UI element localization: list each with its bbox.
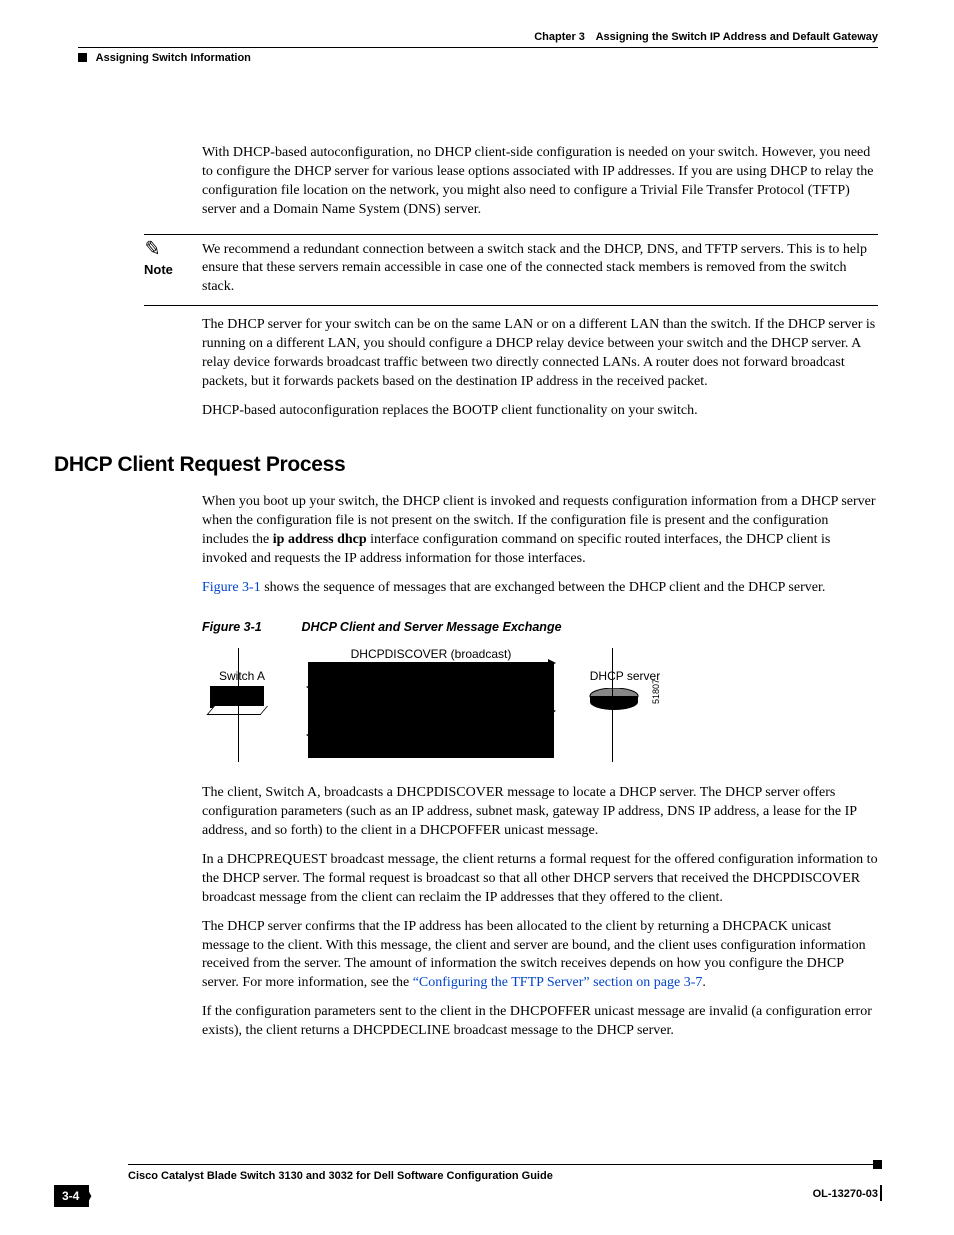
arrow-right-icon xyxy=(308,662,554,686)
main-content: With DHCP-based autoconfiguration, no DH… xyxy=(202,144,878,1041)
header-marker-icon xyxy=(78,53,87,62)
body-text: With DHCP-based autoconfiguration, no DH… xyxy=(202,144,878,220)
body-text: When you boot up your switch, the DHCP c… xyxy=(202,493,878,569)
figure-caption: Figure 3-1 DHCP Client and Server Messag… xyxy=(202,619,878,636)
book-title: Cisco Catalyst Blade Switch 3130 and 303… xyxy=(128,1169,553,1184)
pencil-icon: ✎ xyxy=(143,238,203,263)
section-title: Assigning Switch Information xyxy=(96,52,251,64)
note-text: We recommend a redundant connection betw… xyxy=(202,241,878,298)
page-footer: Cisco Catalyst Blade Switch 3130 and 303… xyxy=(54,1164,878,1205)
command-text: ip address dhcp xyxy=(273,532,367,547)
router-icon xyxy=(588,688,640,718)
arrow-left-icon xyxy=(308,734,554,758)
body-text: DHCP-based autoconfiguration replaces th… xyxy=(202,402,878,421)
section-heading: DHCP Client Request Process xyxy=(54,451,878,479)
page-number: 3-4 xyxy=(54,1185,89,1207)
figure-diagram: Switch A DHCP server DHCPDISCOVER (broad… xyxy=(202,644,662,762)
chapter-title: Assigning the Switch IP Address and Defa… xyxy=(596,31,878,43)
page-header: Chapter 3 Assigning the Switch IP Addres… xyxy=(78,30,878,78)
section-link[interactable]: “Configuring the TFTP Server” section on… xyxy=(413,975,703,990)
dhcp-message: DHCPDISCOVER (broadcast) xyxy=(351,647,512,661)
vertical-rule xyxy=(238,648,239,762)
chapter-label: Chapter 3 xyxy=(534,31,593,43)
figure-link[interactable]: Figure 3-1 xyxy=(202,580,261,595)
body-text: In a DHCPREQUEST broadcast message, the … xyxy=(202,851,878,908)
document-id: OL-13270-03 xyxy=(813,1185,878,1202)
body-text: The DHCP server confirms that the IP add… xyxy=(202,918,878,994)
figure-id: 51807 xyxy=(650,679,662,704)
figure-title: DHCP Client and Server Message Exchange xyxy=(301,620,561,634)
body-text: If the configuration parameters sent to … xyxy=(202,1003,878,1041)
body-text: The DHCP server for your switch can be o… xyxy=(202,316,878,392)
body-text: Figure 3-1 shows the sequence of message… xyxy=(202,579,878,598)
footer-marker-icon xyxy=(873,1160,882,1169)
note-label: Note xyxy=(144,262,173,277)
arrow-left-icon xyxy=(308,686,554,710)
body-text: The client, Switch A, broadcasts a DHCPD… xyxy=(202,784,878,841)
note-block: ✎ Note We recommend a redundant connecti… xyxy=(144,234,878,307)
arrow-right-icon xyxy=(308,710,554,734)
footer-separator xyxy=(880,1185,882,1201)
figure-number: Figure 3-1 xyxy=(202,619,298,636)
vertical-rule xyxy=(612,648,613,762)
switch-label: Switch A xyxy=(202,668,282,684)
